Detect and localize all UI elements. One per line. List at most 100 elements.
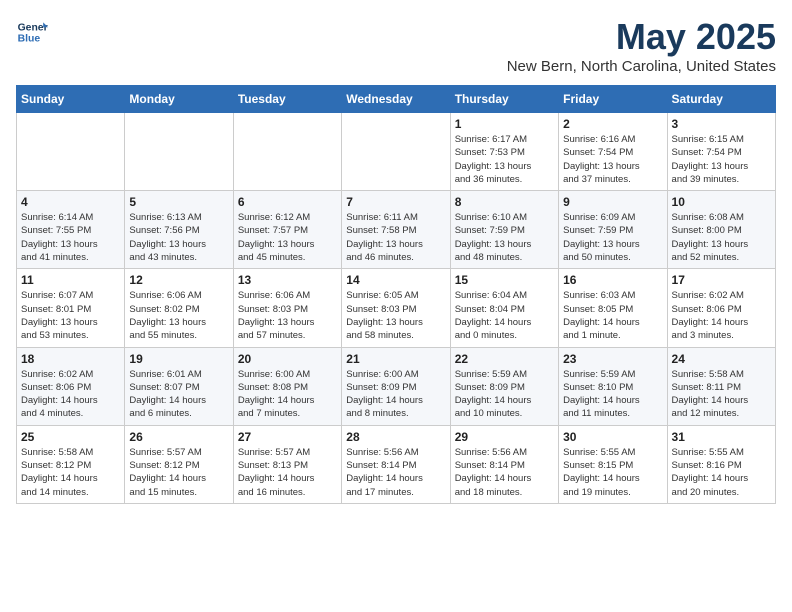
day-info: Sunrise: 6:13 AMSunset: 7:56 PMDaylight:… bbox=[129, 211, 228, 264]
weekday-header-saturday: Saturday bbox=[667, 86, 775, 113]
day-number: 11 bbox=[21, 273, 120, 287]
day-info: Sunrise: 6:11 AMSunset: 7:58 PMDaylight:… bbox=[346, 211, 445, 264]
day-cell: 7 Sunrise: 6:11 AMSunset: 7:58 PMDaylight… bbox=[342, 191, 450, 269]
day-info: Sunrise: 6:14 AMSunset: 7:55 PMDaylight:… bbox=[21, 211, 120, 264]
day-number: 14 bbox=[346, 273, 445, 287]
day-info: Sunrise: 5:57 AMSunset: 8:13 PMDaylight:… bbox=[238, 446, 337, 499]
day-cell: 15 Sunrise: 6:04 AMSunset: 8:04 PMDayligh… bbox=[450, 269, 558, 347]
day-cell bbox=[17, 113, 125, 191]
week-row-4: 18 Sunrise: 6:02 AMSunset: 8:06 PMDayligh… bbox=[17, 347, 776, 425]
day-number: 2 bbox=[563, 117, 662, 131]
day-cell: 19 Sunrise: 6:01 AMSunset: 8:07 PMDayligh… bbox=[125, 347, 233, 425]
day-number: 10 bbox=[672, 195, 771, 209]
day-number: 25 bbox=[21, 430, 120, 444]
day-info: Sunrise: 5:57 AMSunset: 8:12 PMDaylight:… bbox=[129, 446, 228, 499]
day-cell: 5 Sunrise: 6:13 AMSunset: 7:56 PMDaylight… bbox=[125, 191, 233, 269]
week-row-1: 1 Sunrise: 6:17 AMSunset: 7:53 PMDaylight… bbox=[17, 113, 776, 191]
day-info: Sunrise: 5:59 AMSunset: 8:09 PMDaylight:… bbox=[455, 368, 554, 421]
day-number: 17 bbox=[672, 273, 771, 287]
day-number: 15 bbox=[455, 273, 554, 287]
day-cell: 13 Sunrise: 6:06 AMSunset: 8:03 PMDayligh… bbox=[233, 269, 341, 347]
day-cell: 10 Sunrise: 6:08 AMSunset: 8:00 PMDayligh… bbox=[667, 191, 775, 269]
day-number: 4 bbox=[21, 195, 120, 209]
weekday-header-monday: Monday bbox=[125, 86, 233, 113]
day-number: 29 bbox=[455, 430, 554, 444]
day-number: 26 bbox=[129, 430, 228, 444]
day-number: 3 bbox=[672, 117, 771, 131]
calendar-title: May 2025 bbox=[507, 16, 776, 58]
weekday-header-sunday: Sunday bbox=[17, 86, 125, 113]
day-info: Sunrise: 5:58 AMSunset: 8:11 PMDaylight:… bbox=[672, 368, 771, 421]
day-cell: 9 Sunrise: 6:09 AMSunset: 7:59 PMDaylight… bbox=[559, 191, 667, 269]
day-cell: 20 Sunrise: 6:00 AMSunset: 8:08 PMDayligh… bbox=[233, 347, 341, 425]
weekday-header-friday: Friday bbox=[559, 86, 667, 113]
weekday-header-tuesday: Tuesday bbox=[233, 86, 341, 113]
day-cell: 14 Sunrise: 6:05 AMSunset: 8:03 PMDayligh… bbox=[342, 269, 450, 347]
day-info: Sunrise: 6:00 AMSunset: 8:09 PMDaylight:… bbox=[346, 368, 445, 421]
day-number: 18 bbox=[21, 352, 120, 366]
day-cell: 11 Sunrise: 6:07 AMSunset: 8:01 PMDayligh… bbox=[17, 269, 125, 347]
day-info: Sunrise: 6:16 AMSunset: 7:54 PMDaylight:… bbox=[563, 133, 662, 186]
day-info: Sunrise: 6:03 AMSunset: 8:05 PMDaylight:… bbox=[563, 289, 662, 342]
day-number: 7 bbox=[346, 195, 445, 209]
day-cell: 30 Sunrise: 5:55 AMSunset: 8:15 PMDayligh… bbox=[559, 425, 667, 503]
day-info: Sunrise: 6:02 AMSunset: 8:06 PMDaylight:… bbox=[21, 368, 120, 421]
day-info: Sunrise: 5:55 AMSunset: 8:15 PMDaylight:… bbox=[563, 446, 662, 499]
day-number: 6 bbox=[238, 195, 337, 209]
week-row-3: 11 Sunrise: 6:07 AMSunset: 8:01 PMDayligh… bbox=[17, 269, 776, 347]
day-number: 22 bbox=[455, 352, 554, 366]
day-info: Sunrise: 6:00 AMSunset: 8:08 PMDaylight:… bbox=[238, 368, 337, 421]
day-cell: 17 Sunrise: 6:02 AMSunset: 8:06 PMDayligh… bbox=[667, 269, 775, 347]
day-info: Sunrise: 6:05 AMSunset: 8:03 PMDaylight:… bbox=[346, 289, 445, 342]
day-number: 24 bbox=[672, 352, 771, 366]
day-cell bbox=[125, 113, 233, 191]
day-info: Sunrise: 6:17 AMSunset: 7:53 PMDaylight:… bbox=[455, 133, 554, 186]
day-info: Sunrise: 5:58 AMSunset: 8:12 PMDaylight:… bbox=[21, 446, 120, 499]
day-cell bbox=[233, 113, 341, 191]
logo-icon: General Blue bbox=[16, 16, 48, 48]
day-number: 27 bbox=[238, 430, 337, 444]
day-number: 19 bbox=[129, 352, 228, 366]
weekday-header-row: SundayMondayTuesdayWednesdayThursdayFrid… bbox=[17, 86, 776, 113]
day-cell: 16Sunrise: 6:03 AMSunset: 8:05 PMDayligh… bbox=[559, 269, 667, 347]
day-cell: 23Sunrise: 5:59 AMSunset: 8:10 PMDayligh… bbox=[559, 347, 667, 425]
day-cell: 21 Sunrise: 6:00 AMSunset: 8:09 PMDayligh… bbox=[342, 347, 450, 425]
day-cell: 31Sunrise: 5:55 AMSunset: 8:16 PMDayligh… bbox=[667, 425, 775, 503]
day-cell: 12 Sunrise: 6:06 AMSunset: 8:02 PMDayligh… bbox=[125, 269, 233, 347]
day-info: Sunrise: 6:04 AMSunset: 8:04 PMDaylight:… bbox=[455, 289, 554, 342]
day-number: 8 bbox=[455, 195, 554, 209]
day-cell bbox=[342, 113, 450, 191]
day-number: 20 bbox=[238, 352, 337, 366]
day-info: Sunrise: 6:12 AMSunset: 7:57 PMDaylight:… bbox=[238, 211, 337, 264]
day-number: 9 bbox=[563, 195, 662, 209]
day-cell: 24 Sunrise: 5:58 AMSunset: 8:11 PMDayligh… bbox=[667, 347, 775, 425]
day-cell: 1 Sunrise: 6:17 AMSunset: 7:53 PMDaylight… bbox=[450, 113, 558, 191]
day-number: 13 bbox=[238, 273, 337, 287]
day-info: Sunrise: 6:02 AMSunset: 8:06 PMDaylight:… bbox=[672, 289, 771, 342]
day-number: 5 bbox=[129, 195, 228, 209]
day-cell: 8 Sunrise: 6:10 AMSunset: 7:59 PMDaylight… bbox=[450, 191, 558, 269]
day-info: Sunrise: 6:08 AMSunset: 8:00 PMDaylight:… bbox=[672, 211, 771, 264]
day-cell: 28 Sunrise: 5:56 AMSunset: 8:14 PMDayligh… bbox=[342, 425, 450, 503]
day-cell: 27 Sunrise: 5:57 AMSunset: 8:13 PMDayligh… bbox=[233, 425, 341, 503]
day-number: 28 bbox=[346, 430, 445, 444]
day-info: Sunrise: 6:01 AMSunset: 8:07 PMDaylight:… bbox=[129, 368, 228, 421]
day-number: 12 bbox=[129, 273, 228, 287]
day-info: Sunrise: 6:06 AMSunset: 8:02 PMDaylight:… bbox=[129, 289, 228, 342]
day-info: Sunrise: 6:09 AMSunset: 7:59 PMDaylight:… bbox=[563, 211, 662, 264]
day-info: Sunrise: 6:07 AMSunset: 8:01 PMDaylight:… bbox=[21, 289, 120, 342]
logo: General Blue bbox=[16, 16, 48, 48]
weekday-header-wednesday: Wednesday bbox=[342, 86, 450, 113]
day-number: 1 bbox=[455, 117, 554, 131]
day-info: Sunrise: 5:56 AMSunset: 8:14 PMDaylight:… bbox=[346, 446, 445, 499]
day-cell: 3Sunrise: 6:15 AMSunset: 7:54 PMDaylight… bbox=[667, 113, 775, 191]
day-cell: 4 Sunrise: 6:14 AMSunset: 7:55 PMDaylight… bbox=[17, 191, 125, 269]
day-number: 30 bbox=[563, 430, 662, 444]
day-info: Sunrise: 6:06 AMSunset: 8:03 PMDaylight:… bbox=[238, 289, 337, 342]
day-info: Sunrise: 5:55 AMSunset: 8:16 PMDaylight:… bbox=[672, 446, 771, 499]
day-number: 21 bbox=[346, 352, 445, 366]
title-area: May 2025 New Bern, North Carolina, Unite… bbox=[507, 16, 776, 75]
week-row-5: 25 Sunrise: 5:58 AMSunset: 8:12 PMDayligh… bbox=[17, 425, 776, 503]
day-info: Sunrise: 6:10 AMSunset: 7:59 PMDaylight:… bbox=[455, 211, 554, 264]
day-cell: 22 Sunrise: 5:59 AMSunset: 8:09 PMDayligh… bbox=[450, 347, 558, 425]
